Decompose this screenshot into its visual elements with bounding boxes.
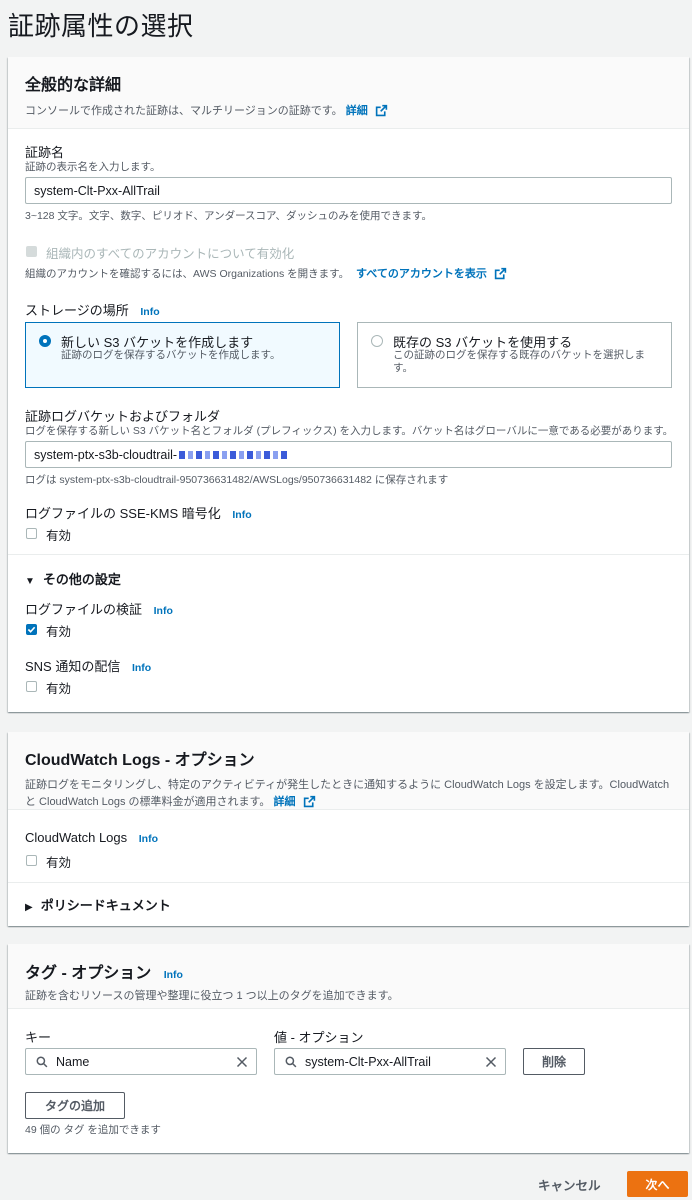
cloudwatch-desc: 証跡ログをモニタリングし、特定のアクティビティが発生したときに通知するように C…: [25, 779, 670, 808]
search-icon: [285, 1056, 297, 1067]
existing-bucket-radio[interactable]: [371, 335, 383, 347]
sse-kms-enabled-label: 有効: [46, 529, 72, 543]
external-link-icon[interactable]: [494, 267, 507, 280]
storage-option-existing-bucket[interactable]: 既存の S3 バケットを使用する この証跡のログを保存する既存のバケットを選択し…: [357, 322, 672, 388]
general-details-header: 全般的な詳細 コンソールで作成された証跡は、マルチリージョンの証跡です。 詳細: [8, 57, 689, 129]
storage-option-new-bucket[interactable]: 新しい S3 バケットを作成します 証跡のログを保存するバケットを作成します。: [25, 322, 340, 388]
tags-header: タグ - オプション Info 証跡を含むリソースの管理や整理に役立つ 1 つ以…: [8, 944, 689, 1009]
divider: [8, 882, 689, 883]
caret-down-icon: ▼: [25, 576, 35, 587]
tag-value-input[interactable]: system-Clt-Pxx-AllTrail: [274, 1048, 506, 1075]
trail-name-value: system-Clt-Pxx-AllTrail: [34, 183, 160, 198]
cloudwatch-panel: CloudWatch Logs - オプション 証跡ログをモニタリングし、特定の…: [8, 732, 689, 926]
log-validation-checkbox[interactable]: [26, 624, 37, 635]
sns-info-link[interactable]: Info: [132, 662, 151, 674]
cloudwatch-logs-label: CloudWatch Logs: [25, 830, 128, 845]
sns-enabled-label: 有効: [46, 682, 72, 696]
next-button[interactable]: 次へ: [627, 1171, 688, 1197]
sse-kms-label: ログファイルの SSE-KMS 暗号化: [25, 506, 221, 521]
clear-icon[interactable]: [236, 1056, 248, 1068]
cloudwatch-header: CloudWatch Logs - オプション 証跡ログをモニタリングし、特定の…: [8, 732, 689, 810]
new-bucket-radio[interactable]: [39, 335, 51, 347]
policy-document-toggle[interactable]: ▶ ポリシードキュメント: [25, 895, 171, 914]
cloudwatch-enabled-label: 有効: [46, 856, 72, 870]
sse-kms-checkbox[interactable]: [26, 528, 37, 539]
external-link-icon[interactable]: [303, 795, 316, 808]
trail-name-input[interactable]: system-Clt-Pxx-AllTrail: [25, 177, 672, 204]
general-details-title: 全般的な詳細: [25, 77, 122, 94]
tag-key-value: Name: [56, 1054, 90, 1069]
clear-icon[interactable]: [485, 1056, 497, 1068]
add-tag-button[interactable]: タグの追加: [25, 1092, 125, 1119]
sse-kms-info-link[interactable]: Info: [232, 509, 251, 521]
bucket-folder-input[interactable]: system-ptx-s3b-cloudtrail-: [25, 441, 672, 468]
cloudwatch-checkbox[interactable]: [26, 855, 37, 866]
bucket-folder-desc: ログを保存する新しい S3 バケット名とフォルダ (プレフィックス) を入力しま…: [25, 425, 674, 437]
tag-key-label: キー: [25, 1030, 52, 1045]
cloudwatch-detail-link[interactable]: 詳細: [274, 796, 296, 808]
sns-checkbox[interactable]: [26, 681, 37, 692]
org-enable-label: 組織内のすべてのアカウントについて有効化: [46, 247, 295, 261]
bucket-folder-value: system-ptx-s3b-cloudtrail-: [34, 447, 178, 462]
cloudwatch-info-link[interactable]: Info: [139, 833, 158, 845]
other-settings-toggle[interactable]: ▼ その他の設定: [25, 569, 121, 588]
tag-value-value: system-Clt-Pxx-AllTrail: [305, 1054, 431, 1069]
detail-link[interactable]: 詳細: [346, 105, 368, 117]
external-link-icon[interactable]: [375, 104, 388, 117]
remove-tag-button[interactable]: 削除: [523, 1048, 585, 1075]
storage-info-link[interactable]: Info: [140, 306, 159, 318]
storage-location-label: ストレージの場所: [25, 303, 129, 318]
policy-document-label: ポリシードキュメント: [40, 898, 171, 913]
log-validation-label: ログファイルの検証: [25, 602, 143, 617]
cloudwatch-title: CloudWatch Logs - オプション: [25, 752, 255, 769]
tag-key-input[interactable]: Name: [25, 1048, 257, 1075]
bucket-folder-hint: ログは system-ptx-s3b-cloudtrail-9507366314…: [25, 474, 449, 486]
divider: [8, 554, 689, 555]
org-desc: 組織のアカウントを確認するには、AWS Organizations を開きます。: [25, 268, 350, 280]
tag-value-label: 値 - オプション: [274, 1030, 364, 1045]
tags-title: タグ - オプション: [25, 965, 152, 982]
view-all-accounts-link[interactable]: すべてのアカウントを表示: [356, 268, 487, 280]
log-validation-enabled-label: 有効: [46, 625, 72, 639]
check-icon: [27, 626, 36, 633]
caret-right-icon: ▶: [25, 902, 33, 913]
trail-name-hint: 3~128 文字。文字、数字、ピリオド、アンダースコア、ダッシュのみを使用できま…: [25, 210, 432, 222]
general-details-desc: コンソールで作成された証跡は、マルチリージョンの証跡です。: [25, 105, 343, 117]
general-details-panel: 全般的な詳細 コンソールで作成された証跡は、マルチリージョンの証跡です。 詳細 …: [8, 57, 689, 712]
new-bucket-desc: 証跡のログを保存するバケットを作成します。: [61, 349, 281, 361]
page-title: 証跡属性の選択: [8, 11, 194, 41]
log-validation-info-link[interactable]: Info: [154, 605, 173, 617]
tags-desc: 証跡を含むリソースの管理や整理に役立つ 1 つ以上のタグを追加できます。: [25, 990, 399, 1002]
cancel-button[interactable]: キャンセル: [538, 1175, 601, 1194]
existing-bucket-desc: この証跡のログを保存する既存のバケットを選択します。: [393, 349, 645, 374]
redacted-text: [179, 450, 290, 459]
trail-name-desc: 証跡の表示名を入力します。: [25, 161, 161, 173]
tags-info-link[interactable]: Info: [164, 969, 183, 981]
tags-remaining: 49 個の タグ を追加できます: [25, 1124, 161, 1136]
org-enable-checkbox[interactable]: [26, 246, 37, 257]
search-icon: [36, 1056, 48, 1067]
sns-label: SNS 通知の配信: [25, 659, 121, 674]
tags-panel: タグ - オプション Info 証跡を含むリソースの管理や整理に役立つ 1 つ以…: [8, 944, 689, 1153]
other-settings-label: その他の設定: [42, 572, 121, 587]
